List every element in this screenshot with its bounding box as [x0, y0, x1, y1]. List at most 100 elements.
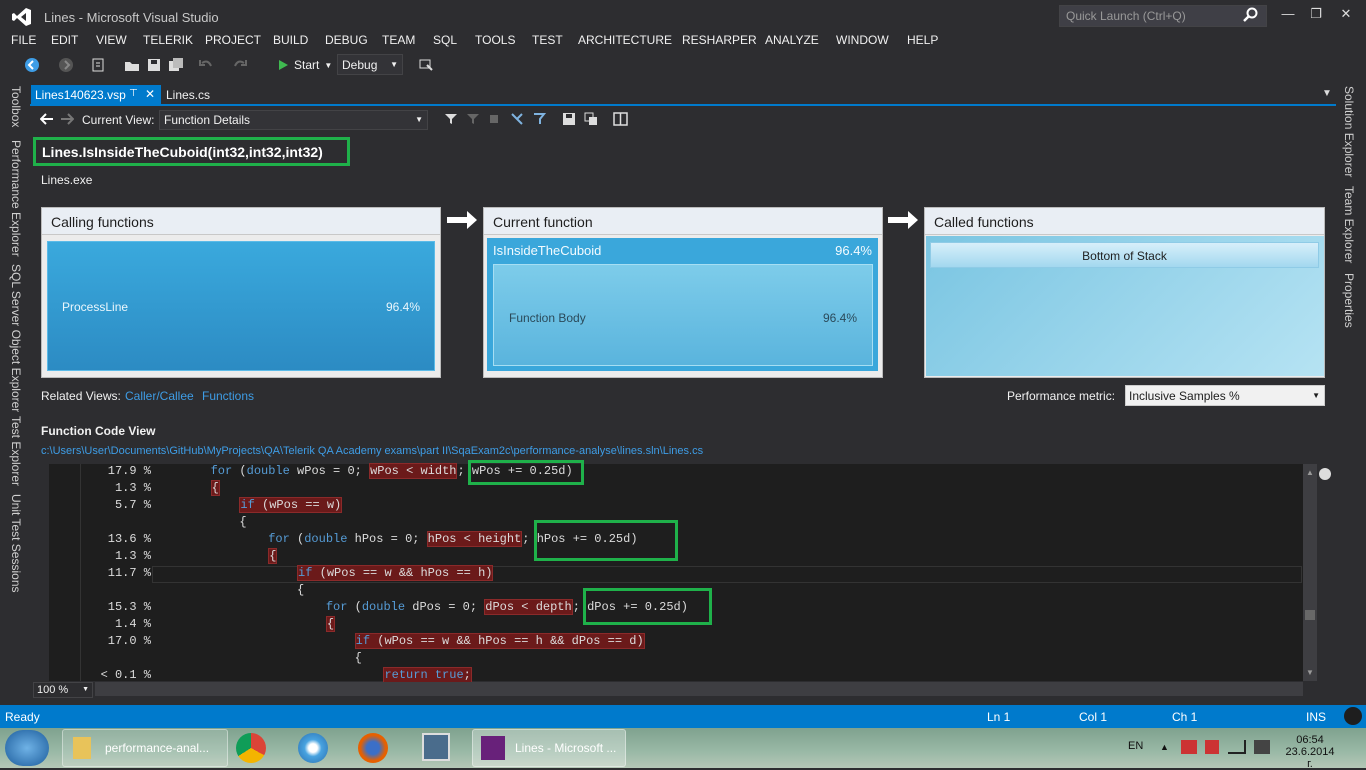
menu-view[interactable]: VIEW: [96, 33, 127, 47]
app-icon[interactable]: [298, 733, 328, 763]
menu-debug[interactable]: DEBUG: [325, 33, 368, 47]
chrome-icon[interactable]: [236, 733, 266, 763]
scroll-thumb[interactable]: [1305, 610, 1315, 620]
save-all-icon[interactable]: [168, 57, 184, 73]
toolbox-tab[interactable]: Toolbox: [9, 86, 23, 127]
remote-desktop-icon[interactable]: [422, 733, 450, 761]
scroll-down-icon[interactable]: ▼: [1303, 668, 1317, 677]
tab-lines-vsp[interactable]: Lines140623.vsp ⊤ ✕: [31, 85, 161, 105]
code-line[interactable]: if (wPos == w && hPos == h): [153, 565, 494, 583]
taskbar-explorer-item[interactable]: performance-anal...: [62, 729, 228, 767]
notification-icon[interactable]: [1344, 707, 1362, 725]
hot-path-icon[interactable]: [510, 112, 524, 126]
menu-window[interactable]: WINDOW: [836, 33, 889, 47]
clear-filter-icon[interactable]: [466, 113, 480, 125]
clock-date: 23.6.2014 г.: [1285, 746, 1335, 770]
split-pane-icon[interactable]: [1319, 468, 1331, 480]
tab-label: Lines140623.vsp: [35, 88, 126, 102]
chevron-down-icon: ▼: [415, 115, 423, 124]
bottom-of-stack-item[interactable]: Bottom of Stack: [930, 242, 1319, 268]
menu-help[interactable]: HELP: [907, 33, 938, 47]
taskbar-vs-item[interactable]: Lines - Microsoft ...: [472, 729, 626, 767]
functions-link[interactable]: Functions: [202, 389, 254, 403]
firefox-icon[interactable]: [358, 733, 388, 763]
new-project-icon[interactable]: [90, 57, 106, 73]
menu-analyze[interactable]: ANALYZE: [765, 33, 819, 47]
menu-team[interactable]: TEAM: [382, 33, 415, 47]
function-body-box[interactable]: Function Body 96.4%: [493, 264, 873, 366]
back-nav-icon[interactable]: [24, 57, 40, 73]
language-indicator[interactable]: EN: [1128, 740, 1143, 752]
show-hidden-icons-icon[interactable]: ▲: [1160, 742, 1169, 752]
source-file-path-link[interactable]: c:\Users\User\Documents\GitHub\MyProject…: [41, 445, 703, 457]
caller-processline-box[interactable]: ProcessLine 96.4%: [47, 241, 435, 371]
code-line[interactable]: {: [153, 651, 362, 668]
windows-start-icon[interactable]: [5, 730, 49, 766]
undo-icon[interactable]: [198, 57, 214, 73]
code-line[interactable]: {: [153, 583, 304, 600]
menu-sql[interactable]: SQL: [433, 33, 457, 47]
current-view-select[interactable]: Function Details ▼: [159, 110, 428, 130]
attach-process-icon[interactable]: [418, 57, 434, 73]
performance-explorer-tab[interactable]: Performance Explorer: [9, 140, 23, 257]
menu-file[interactable]: FILE: [11, 33, 36, 47]
minimize-icon[interactable]: —: [1278, 6, 1298, 24]
menu-project[interactable]: PROJECT: [205, 33, 261, 47]
code-line[interactable]: if (wPos == w): [153, 497, 343, 515]
pin-icon[interactable]: ⊤: [129, 88, 138, 99]
flag-icon[interactable]: [1181, 740, 1197, 754]
team-explorer-tab[interactable]: Team Explorer: [1342, 186, 1356, 263]
back-arrow-icon[interactable]: [40, 113, 54, 125]
menu-tools[interactable]: TOOLS: [475, 33, 515, 47]
code-line[interactable]: {: [153, 548, 278, 566]
copy-report-icon[interactable]: [584, 112, 598, 126]
open-file-icon[interactable]: [124, 57, 140, 73]
forward-nav-icon[interactable]: [58, 57, 74, 73]
code-line[interactable]: {: [153, 616, 336, 634]
split-view-icon[interactable]: [613, 112, 628, 126]
menu-build[interactable]: BUILD: [273, 33, 308, 47]
code-line[interactable]: {: [153, 480, 220, 498]
tab-lines-cs[interactable]: Lines.cs: [166, 88, 210, 102]
filter-icon[interactable]: [444, 113, 458, 125]
test-explorer-tab[interactable]: Test Explorer: [9, 416, 23, 486]
performance-metric-select[interactable]: Inclusive Samples % ▼: [1125, 385, 1325, 406]
export-icon[interactable]: [562, 112, 576, 126]
scroll-up-icon[interactable]: ▲: [1303, 468, 1317, 477]
zoom-level-select[interactable]: 100 % ▼: [33, 682, 93, 698]
start-debug-button[interactable]: Start ▼: [277, 56, 332, 74]
solution-configuration-select[interactable]: Debug ▼: [337, 54, 403, 75]
caller-callee-link[interactable]: Caller/Callee: [125, 389, 194, 403]
noise-reduction-icon[interactable]: [532, 112, 546, 126]
security-icon[interactable]: [1205, 740, 1219, 754]
search-icon[interactable]: [1243, 7, 1259, 23]
save-icon[interactable]: [146, 57, 162, 73]
chevron-down-icon: ▼: [390, 60, 398, 69]
code-line[interactable]: if (wPos == w && hPos == h && dPos == d): [153, 633, 645, 651]
breakpoint-gutter[interactable]: [33, 464, 49, 681]
solution-explorer-tab[interactable]: Solution Explorer: [1342, 86, 1356, 177]
system-clock[interactable]: 06:54 23.6.2014 г.: [1282, 734, 1338, 770]
forward-arrow-icon[interactable]: [60, 113, 74, 125]
menu-edit[interactable]: EDIT: [51, 33, 78, 47]
redo-icon[interactable]: [232, 57, 248, 73]
menu-telerik[interactable]: TELERIK: [143, 33, 193, 47]
close-icon[interactable]: ✕: [1336, 6, 1356, 24]
quick-launch-input[interactable]: Quick Launch (Ctrl+Q): [1059, 5, 1267, 27]
menu-architecture[interactable]: ARCHITECTURE: [578, 33, 672, 47]
menu-test[interactable]: TEST: [532, 33, 563, 47]
network-icon[interactable]: [1228, 740, 1246, 754]
window-title: Lines - Microsoft Visual Studio: [44, 10, 219, 25]
unit-test-sessions-tab[interactable]: Unit Test Sessions: [9, 494, 23, 593]
menu-resharper[interactable]: RESHARPER: [682, 33, 757, 47]
horizontal-scrollbar[interactable]: [95, 682, 1303, 696]
vertical-scrollbar[interactable]: ▲ ▼: [1303, 464, 1317, 681]
close-tab-icon[interactable]: ✕: [145, 87, 155, 101]
stop-icon[interactable]: [488, 113, 500, 125]
tab-dropdown-icon[interactable]: ▼: [1322, 88, 1332, 99]
sql-server-object-explorer-tab[interactable]: SQL Server Object Explorer: [9, 264, 23, 412]
code-line[interactable]: {: [153, 515, 246, 532]
properties-tab[interactable]: Properties: [1342, 273, 1356, 328]
volume-icon[interactable]: [1254, 740, 1270, 754]
restore-icon[interactable]: ❐: [1306, 6, 1326, 24]
